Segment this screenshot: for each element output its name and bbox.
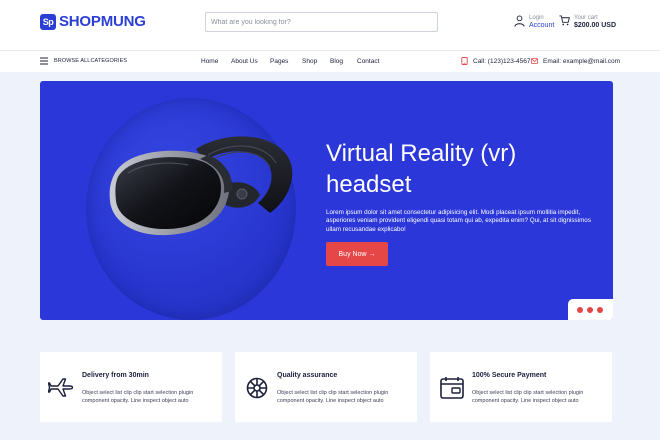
nav-pages[interactable]: Pages: [270, 58, 288, 65]
account-value: Account: [529, 22, 555, 29]
buy-now-button[interactable]: Buy Now →: [326, 242, 388, 266]
cart-total: $200.00 USD: [574, 22, 617, 29]
account-label: Login: [529, 15, 544, 21]
search-input[interactable]: [205, 12, 438, 32]
hero-title: Virtual Reality (vr) headset: [326, 140, 517, 198]
logo-mark: Sp: [40, 13, 56, 30]
slider-dot-2[interactable]: [587, 307, 593, 313]
email-contact[interactable]: Email: example@mail.com: [531, 57, 620, 65]
phone-text: Call: (123)123-4567: [473, 57, 531, 65]
feature-description: Object select list clip clip start selec…: [472, 390, 584, 404]
slider-dot-1[interactable]: [577, 307, 583, 313]
feature-title: 100% Secure Payment: [472, 372, 547, 379]
phone-contact[interactable]: Call: (123)123-4567: [461, 57, 530, 65]
hero-description: Lorem ipsum dolor sit amet consectetur a…: [326, 209, 591, 233]
feature-card-payment: 100% Secure Payment Object select list c…: [430, 352, 612, 422]
menu-icon: [40, 57, 48, 65]
phone-icon: [461, 57, 468, 65]
main-navbar: BROWSE ALLCATEGORIES Home About Us Pages…: [0, 50, 660, 72]
feature-title: Quality assurance: [277, 372, 338, 379]
logo[interactable]: Sp SHOPMUNG: [40, 13, 146, 30]
user-icon: [514, 15, 525, 27]
mail-icon: [531, 58, 538, 64]
browse-categories-label: BROWSE ALLCATEGORIES: [54, 58, 128, 64]
airplane-icon: [48, 378, 74, 397]
site-header: Sp SHOPMUNG Login Account Your cart $200…: [0, 0, 660, 50]
feature-card-quality: Quality assurance Object select list cli…: [235, 352, 417, 422]
account-link[interactable]: Login Account: [514, 14, 554, 30]
vr-headset-image: [109, 136, 293, 236]
nav-blog[interactable]: Blog: [330, 58, 343, 65]
cart-label: Your cart: [574, 15, 598, 21]
feature-card-delivery: Delivery from 30min Object select list c…: [40, 352, 222, 422]
email-text: Email: example@mail.com: [543, 57, 621, 65]
hero-banner: Virtual Reality (vr) headset Lorem ipsum…: [40, 81, 613, 320]
ship-wheel-icon: [246, 377, 268, 399]
feature-description: Object select list clip clip start selec…: [277, 390, 389, 404]
cart-link[interactable]: Your cart $200.00 USD: [559, 14, 616, 30]
nav-shop[interactable]: Shop: [302, 58, 317, 65]
feature-title: Delivery from 30min: [82, 372, 149, 379]
slider-dot-3[interactable]: [597, 307, 603, 313]
nav-contact[interactable]: Contact: [357, 58, 379, 65]
nav-about-us[interactable]: About Us: [231, 58, 258, 65]
nav-home[interactable]: Home: [201, 58, 218, 65]
browse-categories-button[interactable]: BROWSE ALLCATEGORIES: [40, 57, 127, 65]
cart-icon: [559, 15, 570, 26]
logo-text: SHOPMUNG: [59, 13, 146, 30]
feature-description: Object select list clip clip start selec…: [82, 390, 194, 404]
slider-dots: [568, 299, 613, 320]
wallet-icon: [440, 377, 464, 399]
